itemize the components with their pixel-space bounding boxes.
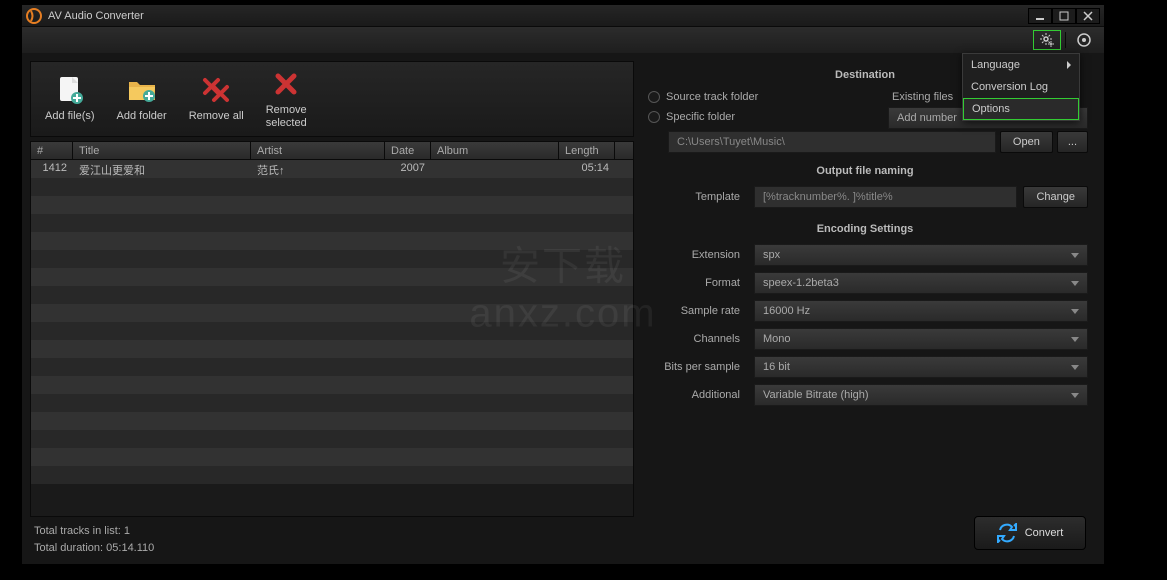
chevron-right-icon	[1067, 61, 1071, 69]
table-row	[31, 304, 633, 322]
channels-label: Channels	[642, 333, 748, 345]
naming-header: Output file naming	[642, 161, 1088, 183]
table-row	[31, 448, 633, 466]
chevron-down-icon	[1071, 337, 1079, 342]
chevron-down-icon	[1071, 365, 1079, 370]
status-tracks: Total tracks in list: 1	[34, 523, 630, 540]
add-folder-button[interactable]: Add folder	[113, 66, 171, 132]
additional-label: Additional	[642, 389, 748, 401]
convert-icon	[997, 523, 1017, 543]
remove-selected-label: Remove selected	[266, 104, 307, 130]
table-row	[31, 340, 633, 358]
bits-select[interactable]: 16 bit	[754, 356, 1088, 378]
table-row	[31, 322, 633, 340]
col-length-header[interactable]: Length	[559, 142, 615, 159]
chevron-down-icon	[1071, 309, 1079, 314]
menu-language[interactable]: Language	[963, 54, 1079, 76]
col-title-header[interactable]: Title	[73, 142, 251, 159]
chevron-down-icon	[1071, 281, 1079, 286]
bits-label: Bits per sample	[642, 361, 748, 373]
close-button[interactable]	[1076, 8, 1100, 24]
app-window: AV Audio Converter Add file(s) Add	[21, 4, 1105, 565]
source-folder-radio[interactable]: Source track folder	[642, 87, 888, 107]
add-folder-icon	[126, 74, 158, 106]
status-bar: Total tracks in list: 1 Total duration: …	[30, 517, 634, 556]
table-row	[31, 412, 633, 430]
grid-body[interactable]: 1412 爱江山更爱和 范氏↑ 2007 05:14	[31, 160, 633, 516]
minimize-button[interactable]	[1028, 8, 1052, 24]
add-files-label: Add file(s)	[45, 110, 95, 123]
remove-all-label: Remove all	[189, 110, 244, 123]
channels-select[interactable]: Mono	[754, 328, 1088, 350]
table-row	[31, 394, 633, 412]
app-title: AV Audio Converter	[48, 10, 1028, 22]
chevron-down-icon	[1071, 253, 1079, 258]
convert-button[interactable]: Convert	[974, 516, 1086, 550]
change-button[interactable]: Change	[1023, 186, 1088, 208]
format-label: Format	[642, 277, 748, 289]
action-toolbar: Add file(s) Add folder Remove all Remove…	[30, 61, 634, 137]
extension-label: Extension	[642, 249, 748, 261]
template-label: Template	[642, 191, 748, 203]
table-row	[31, 232, 633, 250]
left-panel: Add file(s) Add folder Remove all Remove…	[30, 61, 634, 556]
table-row	[31, 214, 633, 232]
settings-menu: Language Conversion Log Options	[962, 53, 1080, 121]
add-folder-label: Add folder	[117, 110, 167, 123]
table-row	[31, 268, 633, 286]
chevron-down-icon	[1071, 393, 1079, 398]
top-toolbar	[22, 27, 1104, 53]
radio-icon	[648, 111, 660, 123]
add-files-button[interactable]: Add file(s)	[41, 66, 99, 132]
settings-gear-button[interactable]	[1033, 30, 1061, 50]
open-button[interactable]: Open	[1000, 131, 1053, 153]
menu-options[interactable]: Options	[963, 98, 1079, 120]
remove-selected-button[interactable]: Remove selected	[262, 66, 311, 132]
template-input[interactable]: [%tracknumber%. ]%title%	[754, 186, 1017, 208]
folder-path-input[interactable]: C:\Users\Tuyet\Music\	[668, 131, 996, 153]
add-file-icon	[54, 74, 86, 106]
maximize-button[interactable]	[1052, 8, 1076, 24]
remove-all-button[interactable]: Remove all	[185, 66, 248, 132]
titlebar: AV Audio Converter	[22, 5, 1104, 27]
table-row[interactable]: 1412 爱江山更爱和 范氏↑ 2007 05:14	[31, 160, 633, 178]
table-row	[31, 466, 633, 484]
toolbar-separator	[1065, 32, 1066, 48]
track-grid: # Title Artist Date Album Length 1412 爱江…	[30, 141, 634, 517]
samplerate-select[interactable]: 16000 Hz	[754, 300, 1088, 322]
remove-all-icon	[200, 74, 232, 106]
extension-select[interactable]: spx	[754, 244, 1088, 266]
specific-folder-radio[interactable]: Specific folder	[642, 107, 888, 127]
table-row	[31, 178, 633, 196]
menu-conversion-log[interactable]: Conversion Log	[963, 76, 1079, 98]
encoding-header: Encoding Settings	[642, 219, 1088, 241]
browse-button[interactable]: ...	[1057, 131, 1088, 153]
samplerate-label: Sample rate	[642, 305, 748, 317]
status-duration: Total duration: 05:14.110	[34, 540, 630, 557]
table-row	[31, 286, 633, 304]
table-row	[31, 196, 633, 214]
additional-select[interactable]: Variable Bitrate (high)	[754, 384, 1088, 406]
table-row	[31, 358, 633, 376]
col-album-header[interactable]: Album	[431, 142, 559, 159]
col-artist-header[interactable]: Artist	[251, 142, 385, 159]
col-num-header[interactable]: #	[31, 142, 73, 159]
app-logo-icon	[26, 8, 42, 24]
table-row	[31, 376, 633, 394]
table-row	[31, 250, 633, 268]
right-panel: Destination Source track folder Specific…	[642, 61, 1096, 556]
table-row	[31, 430, 633, 448]
help-button[interactable]	[1070, 30, 1098, 50]
grid-header: # Title Artist Date Album Length	[31, 142, 633, 160]
remove-selected-icon	[270, 68, 302, 100]
col-date-header[interactable]: Date	[385, 142, 431, 159]
radio-icon	[648, 91, 660, 103]
format-select[interactable]: speex-1.2beta3	[754, 272, 1088, 294]
